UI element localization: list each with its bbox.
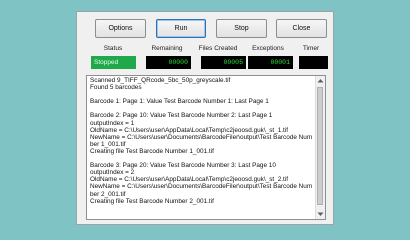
log-line: OldName = C:\Users\user\AppData\Local\Te… — [90, 126, 289, 134]
log-line: Barcode 1: Page 1: Value Test Barcode Nu… — [90, 98, 269, 106]
options-button[interactable]: Options — [95, 19, 146, 38]
status-indicator: Stopped — [91, 56, 136, 69]
files-created-label: Files Created — [198, 45, 238, 52]
timer-display — [299, 56, 328, 69]
barcode-filer-window: Options Run Stop Close Status Remaining … — [76, 11, 334, 225]
log-line: Found 5 barcodes — [90, 84, 142, 92]
log-text: Scanned 9_TIFF_QRcode_5bc_50p_greyscale.… — [90, 77, 315, 205]
files-created-counter: 00005 — [201, 56, 246, 69]
log-line: NewName = C:\Users\user\Documents\Barcod… — [90, 133, 313, 148]
log-line: NewName = C:\Users\user\Documents\Barcod… — [90, 183, 313, 198]
status-label: Status — [103, 45, 123, 52]
scroll-up-arrow-icon[interactable] — [316, 76, 325, 85]
exceptions-label: Exceptions — [252, 45, 284, 52]
scroll-down-arrow-icon[interactable] — [316, 210, 325, 219]
log-line: OldName = C:\Users\user\AppData\Local\Te… — [90, 176, 289, 184]
log-line: Creating file Test Barcode Number 1_001.… — [90, 147, 214, 155]
log-scrollbar[interactable] — [315, 76, 325, 219]
log-line: Barcode 3: Page 20: Value Test Barcode N… — [90, 162, 276, 170]
run-button[interactable]: Run — [156, 19, 206, 38]
log-line: Scanned 9_TIFF_QRcode_5bc_50p_greyscale.… — [90, 77, 231, 84]
close-button[interactable]: Close — [276, 19, 327, 38]
exceptions-counter: 00001 — [248, 56, 293, 69]
log-line: outputIndex = 1 — [90, 119, 135, 127]
remaining-counter: 00000 — [146, 56, 191, 69]
log-output[interactable]: Scanned 9_TIFF_QRcode_5bc_50p_greyscale.… — [86, 75, 326, 220]
remaining-label: Remaining — [151, 45, 183, 52]
log-line: Creating file Test Barcode Number 2_001.… — [90, 197, 214, 205]
scroll-thumb[interactable] — [317, 87, 323, 205]
log-line: outputIndex = 2 — [90, 169, 135, 177]
timer-label: Timer — [302, 45, 320, 52]
stop-button[interactable]: Stop — [216, 19, 267, 38]
log-line: Barcode 2: Page 10: Value Test Barcode N… — [90, 112, 273, 120]
